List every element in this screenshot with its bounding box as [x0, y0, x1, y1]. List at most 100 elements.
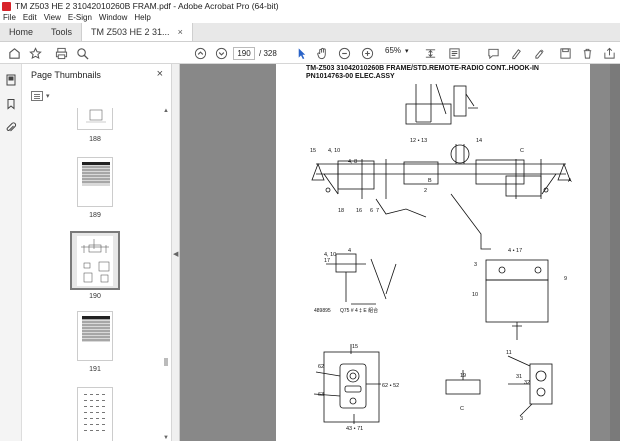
menu-edit[interactable]: Edit — [23, 13, 37, 22]
page-thumbnail-192[interactable] — [77, 387, 113, 441]
svg-text:31: 31 — [516, 374, 522, 380]
menu-window[interactable]: Window — [99, 13, 127, 22]
svg-text:43 • 71: 43 • 71 — [346, 426, 363, 432]
zoom-level-dropdown[interactable]: 65% ▾ — [385, 46, 409, 55]
svg-text:B: B — [428, 178, 432, 184]
tab-tools-label: Tools — [51, 27, 73, 37]
fit-page-icon[interactable] — [423, 46, 437, 60]
svg-text:C: C — [460, 406, 464, 412]
highlight-icon[interactable] — [509, 46, 523, 60]
panel-close-icon[interactable]: × — [157, 68, 163, 80]
menu-bar: File Edit View E-Sign Window Help — [0, 12, 620, 23]
thumbnails-panel-icon[interactable] — [5, 74, 17, 86]
menu-view[interactable]: View — [44, 13, 61, 22]
svg-text:Q75 # 4 ‡ E 組合: Q75 # 4 ‡ E 組合 — [340, 307, 378, 314]
panel-splitter[interactable]: ◀ — [172, 64, 180, 441]
svg-text:9: 9 — [564, 276, 567, 282]
menu-help[interactable]: Help — [134, 13, 150, 22]
page-view-icon[interactable] — [447, 46, 461, 60]
svg-text:16: 16 — [356, 208, 362, 214]
zoom-out-icon[interactable] — [337, 46, 351, 60]
page-thumbnails-panel: Page Thumbnails × ▾ ▲ ▼ 188 189 190 191 — [22, 64, 172, 441]
svg-text:14: 14 — [476, 138, 482, 144]
svg-text:3: 3 — [474, 262, 477, 268]
thumbnail-label-188: 188 — [89, 136, 101, 143]
zoom-in-icon[interactable] — [360, 46, 374, 60]
pdf-page: TM-Z503 31042010260B FRAME/STD.REMOTE-RA… — [276, 64, 590, 441]
thumbnail-label-189: 189 — [89, 212, 101, 219]
menu-esign[interactable]: E-Sign — [68, 13, 92, 22]
page-total: / 328 — [259, 48, 277, 58]
tab-tools[interactable]: Tools — [42, 23, 81, 41]
svg-text:17: 17 — [324, 258, 330, 264]
menu-file[interactable]: File — [3, 13, 16, 22]
svg-text:32: 32 — [524, 380, 530, 386]
attachments-panel-icon[interactable] — [5, 122, 17, 134]
svg-text:2: 2 — [424, 188, 427, 194]
page-thumbnail-191[interactable] — [77, 311, 113, 361]
delete-icon[interactable] — [580, 46, 594, 60]
fill-sign-icon[interactable] — [533, 46, 547, 60]
save-icon[interactable] — [558, 46, 572, 60]
next-page-icon[interactable] — [214, 46, 228, 60]
scroll-up-icon[interactable]: ▲ — [163, 108, 169, 114]
chevron-down-icon: ▾ — [405, 47, 409, 55]
star-icon[interactable] — [28, 46, 42, 60]
select-cursor-icon[interactable] — [294, 46, 308, 60]
page-navigator: 190 / 328 — [233, 46, 277, 60]
search-icon[interactable] — [75, 46, 89, 60]
technical-drawing: 15 4, 104, 8 12 • 13 14CA B2 16 6 718 4, 101… — [310, 83, 572, 432]
scroll-thumb[interactable] — [164, 358, 168, 366]
page-thumbnail-188[interactable] — [77, 108, 113, 130]
svg-text:3: 3 — [520, 416, 523, 422]
left-navigation-rail — [0, 64, 22, 441]
svg-text:62 • 52: 62 • 52 — [382, 383, 399, 389]
svg-text:C: C — [520, 148, 524, 154]
svg-text:6: 6 — [370, 208, 373, 214]
svg-text:19: 19 — [460, 373, 466, 379]
acrobat-app-icon — [2, 1, 11, 11]
comment-icon[interactable] — [486, 46, 500, 60]
print-icon[interactable] — [54, 46, 68, 60]
panel-scrollbar[interactable]: ▲ ▼ — [163, 108, 169, 441]
tab-close-icon[interactable]: × — [178, 27, 183, 37]
collapse-panel-icon[interactable]: ◀ — [173, 250, 178, 258]
svg-text:10: 10 — [472, 292, 478, 298]
svg-text:12 • 13: 12 • 13 — [410, 138, 427, 144]
tab-home[interactable]: Home — [0, 23, 42, 41]
window-titlebar: TM Z503 HE 2 31042010260B FRAM.pdf - Ado… — [0, 0, 620, 12]
page-number-input[interactable]: 190 — [233, 46, 255, 60]
tab-document-label: TM Z503 HE 2 31... — [91, 27, 170, 37]
prev-page-icon[interactable] — [193, 46, 207, 60]
svg-text:15: 15 — [310, 148, 316, 154]
tab-document[interactable]: TM Z503 HE 2 31... × — [81, 23, 193, 41]
svg-text:4, 8: 4, 8 — [348, 159, 357, 165]
svg-text:62: 62 — [318, 364, 324, 370]
svg-text:18: 18 — [338, 208, 344, 214]
panel-title: Page Thumbnails — [31, 70, 101, 80]
svg-text:489895: 489895 — [314, 308, 331, 314]
window-title: TM Z503 HE 2 31042010260B FRAM.pdf - Ado… — [15, 1, 279, 11]
svg-text:11: 11 — [506, 350, 512, 356]
page-thumbnail-189[interactable] — [77, 157, 113, 207]
viewer-scrollbar[interactable] — [610, 64, 620, 441]
scroll-down-icon[interactable]: ▼ — [163, 435, 169, 441]
share-icon[interactable] — [602, 46, 616, 60]
svg-text:4: 4 — [348, 248, 351, 254]
svg-text:7: 7 — [376, 208, 379, 214]
thumbnail-label-191: 191 — [89, 366, 101, 373]
document-viewer[interactable]: TM-Z503 31042010260B FRAME/STD.REMOTE-RA… — [180, 64, 620, 441]
hand-tool-icon[interactable] — [315, 46, 329, 60]
options-icon — [31, 91, 43, 101]
chevron-down-icon: ▾ — [46, 93, 50, 100]
bookmarks-panel-icon[interactable] — [5, 98, 17, 110]
svg-text:63: 63 — [318, 392, 324, 398]
svg-text:15: 15 — [352, 344, 358, 350]
home-icon[interactable] — [7, 46, 21, 60]
page-thumbnail-190-selected[interactable] — [70, 231, 120, 290]
svg-text:4 • 17: 4 • 17 — [508, 248, 522, 254]
tab-home-label: Home — [9, 27, 34, 37]
thumbnail-options-button[interactable]: ▾ — [31, 91, 50, 101]
svg-text:4, 10: 4, 10 — [328, 148, 340, 154]
tab-bar: Home Tools TM Z503 HE 2 31... × — [0, 23, 620, 42]
